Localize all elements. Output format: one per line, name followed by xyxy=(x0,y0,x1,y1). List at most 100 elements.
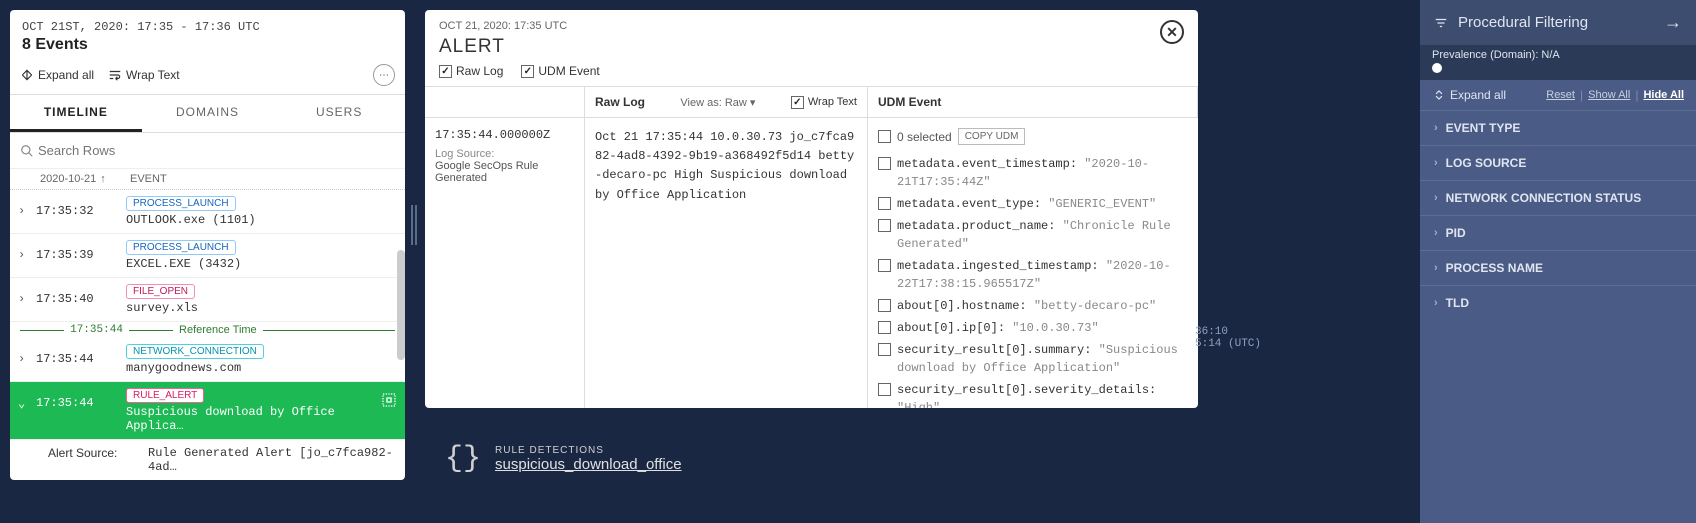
event-row[interactable]: › 17:35:39 PROCESS_LAUNCH EXCEL.EXE (343… xyxy=(10,234,405,278)
udm-value: "betty-decaro-pc" xyxy=(1034,299,1156,313)
event-type-badge: RULE_ALERT xyxy=(126,388,204,403)
filter-section[interactable]: › EVENT TYPE xyxy=(1420,110,1696,145)
field-checkbox[interactable] xyxy=(878,219,891,232)
event-row-selected[interactable]: ⌄ 17:35:44 RULE_ALERT Suspicious downloa… xyxy=(10,382,405,440)
wrap-icon xyxy=(108,68,122,82)
tab-domains[interactable]: DOMAINS xyxy=(142,95,274,132)
search-icon xyxy=(20,144,34,158)
udm-field-row[interactable]: metadata.event_timestamp: "2020-10-21T17… xyxy=(878,155,1188,191)
chevron-right-icon: › xyxy=(1434,227,1438,239)
udm-key: about[0].hostname: xyxy=(897,299,1027,313)
udm-value: "GENERIC_EVENT" xyxy=(1048,197,1156,211)
view-as-dropdown[interactable]: View as: Raw ▾ xyxy=(680,96,755,109)
udm-field-row[interactable]: metadata.product_name: "Chronicle Rule G… xyxy=(878,217,1188,253)
filter-show-all[interactable]: Show All xyxy=(1588,89,1630,101)
filter-section-label: EVENT TYPE xyxy=(1446,121,1521,135)
filter-section-label: TLD xyxy=(1446,296,1469,310)
event-row[interactable]: › 17:35:32 PROCESS_LAUNCH OUTLOOK.exe (1… xyxy=(10,190,405,234)
alert-title: ALERT xyxy=(439,36,1184,58)
field-checkbox[interactable] xyxy=(878,383,891,396)
col-date: 2020-10-21 xyxy=(40,173,96,185)
udm-field-row[interactable]: security_result[0].summary: "Suspicious … xyxy=(878,341,1188,377)
event-time: 17:35:44 xyxy=(36,388,126,410)
filter-reset[interactable]: Reset xyxy=(1546,89,1575,101)
filter-section-label: PROCESS NAME xyxy=(1446,261,1543,275)
event-description: Suspicious download by Office Applica… xyxy=(126,405,335,433)
udm-value: "10.0.30.73" xyxy=(1012,321,1098,335)
wrap-text-toggle[interactable]: Wrap Text xyxy=(791,96,857,109)
udm-key: security_result[0].summary: xyxy=(897,343,1091,357)
copy-udm-button[interactable]: COPY UDM xyxy=(958,128,1026,145)
event-row[interactable]: › 17:35:40 FILE_OPEN survey.xls xyxy=(10,278,405,322)
prevalence-slider-handle[interactable] xyxy=(1432,63,1442,73)
alert-detail-panel: OCT 21, 2020: 17:35 UTC ALERT ✕ Raw Log … xyxy=(425,10,1198,408)
expand-row-icon[interactable]: › xyxy=(18,196,36,218)
event-time: 17:35:40 xyxy=(36,284,126,306)
close-button[interactable]: ✕ xyxy=(1160,20,1184,44)
rule-detections-label: RULE DETECTIONS xyxy=(495,445,682,456)
udm-field-row[interactable]: metadata.event_type: "GENERIC_EVENT" xyxy=(878,195,1188,213)
col-udm-event: UDM Event xyxy=(868,87,1198,117)
chevron-right-icon: › xyxy=(1434,262,1438,274)
expand-row-icon[interactable]: › xyxy=(18,344,36,366)
filter-hide-all[interactable]: Hide All xyxy=(1643,89,1684,101)
search-rows-input[interactable] xyxy=(34,139,395,162)
collapse-panel-button[interactable]: → xyxy=(1664,12,1682,33)
filter-section-label: NETWORK CONNECTION STATUS xyxy=(1446,191,1642,205)
rule-detections: {} RULE DETECTIONS suspicious_download_o… xyxy=(445,442,682,476)
raw-log-toggle[interactable]: Raw Log xyxy=(439,64,503,78)
event-description: OUTLOOK.exe (1101) xyxy=(126,213,256,227)
filter-section[interactable]: › LOG SOURCE xyxy=(1420,145,1696,180)
time-ruler-fragment: 36:10 5:14 (UTC) xyxy=(1195,326,1261,350)
field-checkbox[interactable] xyxy=(878,299,891,312)
select-all-checkbox[interactable] xyxy=(878,130,891,143)
sort-asc-icon[interactable]: ↑ xyxy=(100,173,106,185)
filter-expand-all[interactable]: Expand all xyxy=(1432,88,1506,102)
expand-icon xyxy=(1432,88,1446,102)
tab-timeline[interactable]: TIMELINE xyxy=(10,95,142,132)
resize-handle[interactable] xyxy=(411,205,419,245)
field-checkbox[interactable] xyxy=(878,197,891,210)
udm-key: metadata.product_name: xyxy=(897,219,1055,233)
rule-detection-link[interactable]: suspicious_download_office xyxy=(495,456,682,473)
field-checkbox[interactable] xyxy=(878,157,891,170)
filter-icon xyxy=(1434,16,1448,30)
field-checkbox[interactable] xyxy=(878,259,891,272)
braces-icon: {} xyxy=(445,442,481,476)
udm-field-row[interactable]: metadata.ingested_timestamp: "2020-10-22… xyxy=(878,257,1188,293)
udm-event-toggle[interactable]: UDM Event xyxy=(521,64,599,78)
chevron-right-icon: › xyxy=(1434,192,1438,204)
checkbox-on-icon xyxy=(521,65,534,78)
collapse-row-icon[interactable]: ⌄ xyxy=(18,388,36,411)
filter-section[interactable]: › TLD xyxy=(1420,285,1696,320)
udm-fields-list: metadata.event_timestamp: "2020-10-21T17… xyxy=(878,155,1188,408)
filter-section[interactable]: › PROCESS NAME xyxy=(1420,250,1696,285)
detail-key: Alert Source: xyxy=(48,446,148,474)
udm-key: about[0].ip[0]: xyxy=(897,321,1005,335)
expand-icon xyxy=(20,68,34,82)
filter-title: Procedural Filtering xyxy=(1458,14,1588,31)
filter-section-label: LOG SOURCE xyxy=(1446,156,1527,170)
filter-section[interactable]: › NETWORK CONNECTION STATUS xyxy=(1420,180,1696,215)
event-row[interactable]: › 17:35:44 NETWORK_CONNECTION manygoodne… xyxy=(10,338,405,382)
field-checkbox[interactable] xyxy=(878,321,891,334)
checkbox-on-icon xyxy=(439,65,452,78)
scrollbar-thumb[interactable] xyxy=(397,250,405,360)
expand-row-icon[interactable]: › xyxy=(18,240,36,262)
open-detail-icon[interactable] xyxy=(381,392,397,412)
tab-users[interactable]: USERS xyxy=(273,95,405,132)
expand-row-icon[interactable]: › xyxy=(18,284,36,306)
udm-field-row[interactable]: about[0].hostname: "betty-decaro-pc" xyxy=(878,297,1188,315)
field-checkbox[interactable] xyxy=(878,343,891,356)
col-raw-log: Raw Log xyxy=(595,95,645,109)
udm-key: metadata.event_timestamp: xyxy=(897,157,1077,171)
more-menu-button[interactable]: ⋯ xyxy=(373,64,395,86)
expand-all-button[interactable]: Expand all xyxy=(20,68,94,82)
udm-field-row[interactable]: about[0].ip[0]: "10.0.30.73" xyxy=(878,319,1188,337)
udm-key: metadata.event_type: xyxy=(897,197,1041,211)
udm-field-row[interactable]: security_result[0].severity_details: "Hi… xyxy=(878,381,1188,408)
event-time: 17:35:44 xyxy=(36,344,126,366)
event-type-badge: NETWORK_CONNECTION xyxy=(126,344,264,359)
wrap-text-button[interactable]: Wrap Text xyxy=(108,68,180,82)
filter-section[interactable]: › PID xyxy=(1420,215,1696,250)
